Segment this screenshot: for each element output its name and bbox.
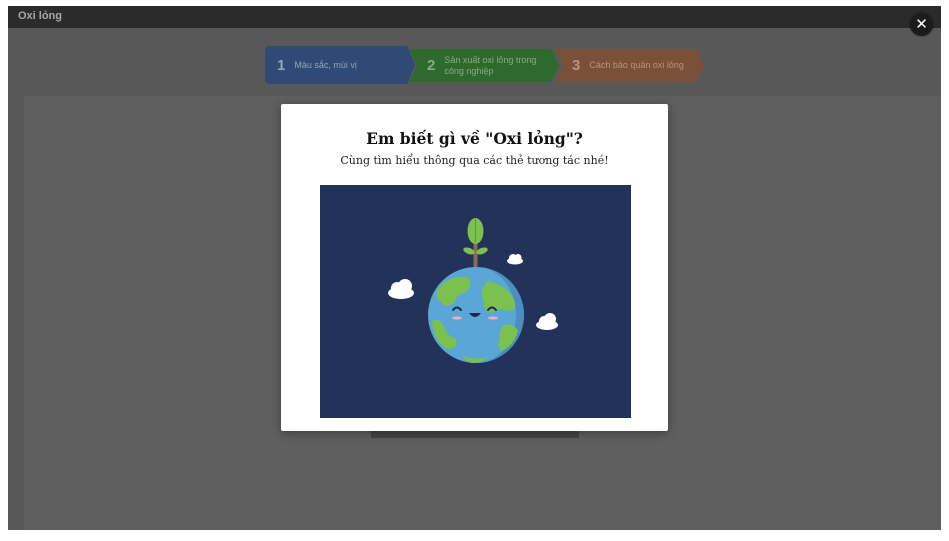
close-icon: ✕ [915, 16, 928, 33]
step-3-number: 3 [572, 57, 581, 74]
hidden-button-bar [371, 431, 579, 438]
step-navigation: 1 Màu sắc, mùi vị 2 Sản xuất oxi lỏng tr… [265, 46, 705, 84]
step-1-tab[interactable]: 1 Màu sắc, mùi vị [265, 46, 415, 84]
title-bar: Oxi lỏng [8, 6, 941, 28]
step-3-tab[interactable]: 3 Cách bảo quản oxi lỏng [555, 49, 704, 82]
step-3-label: Cách bảo quản oxi lỏng [589, 60, 684, 70]
step-2-tab[interactable]: 2 Sản xuất oxi lỏng trong công nghiệp [409, 49, 559, 82]
step-2-number: 2 [427, 57, 436, 74]
step-1-label: Màu sắc, mùi vị [294, 59, 357, 70]
step-1-number: 1 [277, 56, 286, 74]
close-button[interactable]: ✕ [910, 13, 933, 36]
app-title: Oxi lỏng [18, 10, 62, 22]
intro-modal: Em biết gì về "Oxi lỏng"? Cùng tìm hiểu … [281, 104, 668, 431]
step-2-label: Sản xuất oxi lỏng trong công nghiệp [444, 54, 537, 76]
earth-icon [428, 267, 524, 363]
earth-illustration [320, 185, 631, 418]
modal-subtitle: Cùng tìm hiểu thông qua các thẻ tương tá… [340, 154, 609, 167]
modal-title: Em biết gì về "Oxi lỏng"? [366, 129, 583, 148]
